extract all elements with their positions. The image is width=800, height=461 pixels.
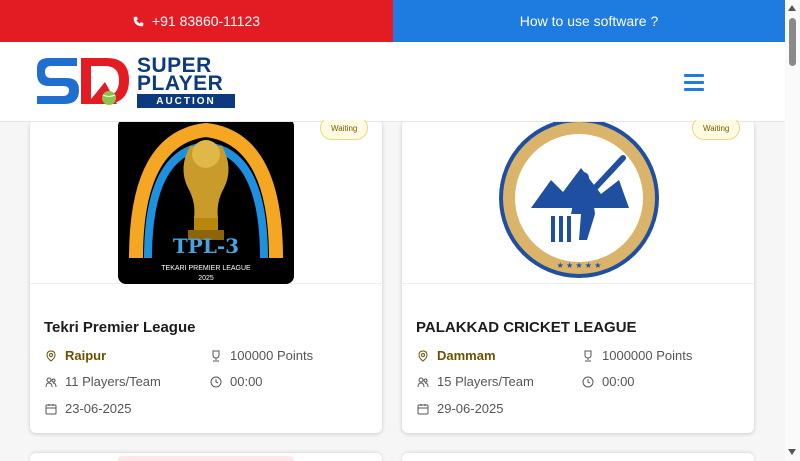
location-pin-icon xyxy=(418,349,428,362)
time-text: 00:00 xyxy=(602,374,635,389)
calendar-icon xyxy=(417,403,429,414)
site-header: SUPER PLAYER AUCTION xyxy=(0,42,785,122)
location-info: Dammam xyxy=(417,348,496,363)
auction-card[interactable]: ★ ★ ★ ★ ★ Waiting PALAKKAD CRICKET LEAGU… xyxy=(402,120,754,433)
date-text: 29-06-2025 xyxy=(437,401,504,416)
hamburger-menu-icon[interactable] xyxy=(684,74,704,92)
logo-text-player: PLAYER xyxy=(137,72,224,95)
date-text: 23-06-2025 xyxy=(65,401,132,416)
status-text: Waiting xyxy=(703,123,730,133)
players-info: 11 Players/Team xyxy=(45,374,161,389)
svg-text:TEKARI PREMIER LEAGUE: TEKARI PREMIER LEAGUE xyxy=(161,265,251,272)
calendar-icon xyxy=(45,403,57,414)
location-pin-icon xyxy=(46,349,56,362)
status-badge: Waiting xyxy=(692,120,741,140)
time-info: 00:00 xyxy=(210,374,263,389)
date-info: 23-06-2025 xyxy=(45,401,132,416)
scroll-down-icon[interactable] xyxy=(788,449,796,455)
svg-text:TPL-3: TPL-3 xyxy=(173,234,239,258)
scroll-thumb[interactable] xyxy=(789,18,796,66)
clock-icon xyxy=(210,376,222,387)
location-text: Raipur xyxy=(65,348,107,363)
clock-icon xyxy=(582,376,594,387)
phone-icon xyxy=(133,16,144,26)
auction-card[interactable]: TPL-3 TEKARI PREMIER LEAGUE 2025 Waiting… xyxy=(30,120,382,433)
tournament-title: Tekri Premier League xyxy=(44,319,196,336)
status-badge: Waiting xyxy=(320,120,369,140)
points-text: 100000 Points xyxy=(230,348,314,363)
trophy-icon xyxy=(584,350,592,361)
sp-logo-mark xyxy=(37,58,129,105)
how-to-use-link[interactable]: How to use software ? xyxy=(393,0,785,42)
phone-link[interactable]: +91 83860-11123 xyxy=(0,0,393,42)
users-icon xyxy=(417,377,429,387)
points-info: 100000 Points xyxy=(210,348,313,363)
players-text: 11 Players/Team xyxy=(65,374,161,389)
trophy-icon xyxy=(212,350,220,361)
phone-number: +91 83860-11123 xyxy=(151,13,261,29)
location-info: Raipur xyxy=(45,348,106,363)
users-icon xyxy=(45,377,57,387)
tournament-title: PALAKKAD CRICKET LEAGUE xyxy=(416,319,637,336)
location-text: Dammam xyxy=(437,348,496,363)
next-auction-card[interactable] xyxy=(30,453,382,461)
players-info: 15 Players/Team xyxy=(417,374,534,389)
tournament-logo-area: TPL-3 TEKARI PREMIER LEAGUE 2025 xyxy=(30,120,382,284)
palakkad-association-seal: ★ ★ ★ ★ ★ xyxy=(499,120,659,278)
vertical-scrollbar[interactable] xyxy=(785,0,800,461)
card-top-accent xyxy=(118,456,294,461)
time-text: 00:00 xyxy=(230,374,263,389)
scroll-up-icon[interactable] xyxy=(788,5,796,11)
how-to-use-label: How to use software ? xyxy=(519,13,659,29)
points-info: 1000000 Points xyxy=(582,348,692,363)
status-text: Waiting xyxy=(331,123,358,133)
top-bar: +91 83860-11123 How to use software ? xyxy=(0,0,785,42)
tournament-logo-area: ★ ★ ★ ★ ★ xyxy=(402,120,754,284)
tpl-trophy-logo: TPL-3 TEKARI PREMIER LEAGUE 2025 xyxy=(118,120,294,284)
super-player-auction-logo[interactable]: SUPER PLAYER AUCTION xyxy=(33,54,235,108)
date-info: 29-06-2025 xyxy=(417,401,504,416)
svg-text:2025: 2025 xyxy=(198,275,214,282)
time-info: 00:00 xyxy=(582,374,635,389)
svg-text:★ ★ ★ ★ ★: ★ ★ ★ ★ ★ xyxy=(557,261,602,270)
players-text: 15 Players/Team xyxy=(437,374,534,389)
logo-text-auction: AUCTION xyxy=(137,94,235,108)
points-text: 1000000 Points xyxy=(602,348,693,363)
next-auction-card[interactable] xyxy=(402,453,754,461)
